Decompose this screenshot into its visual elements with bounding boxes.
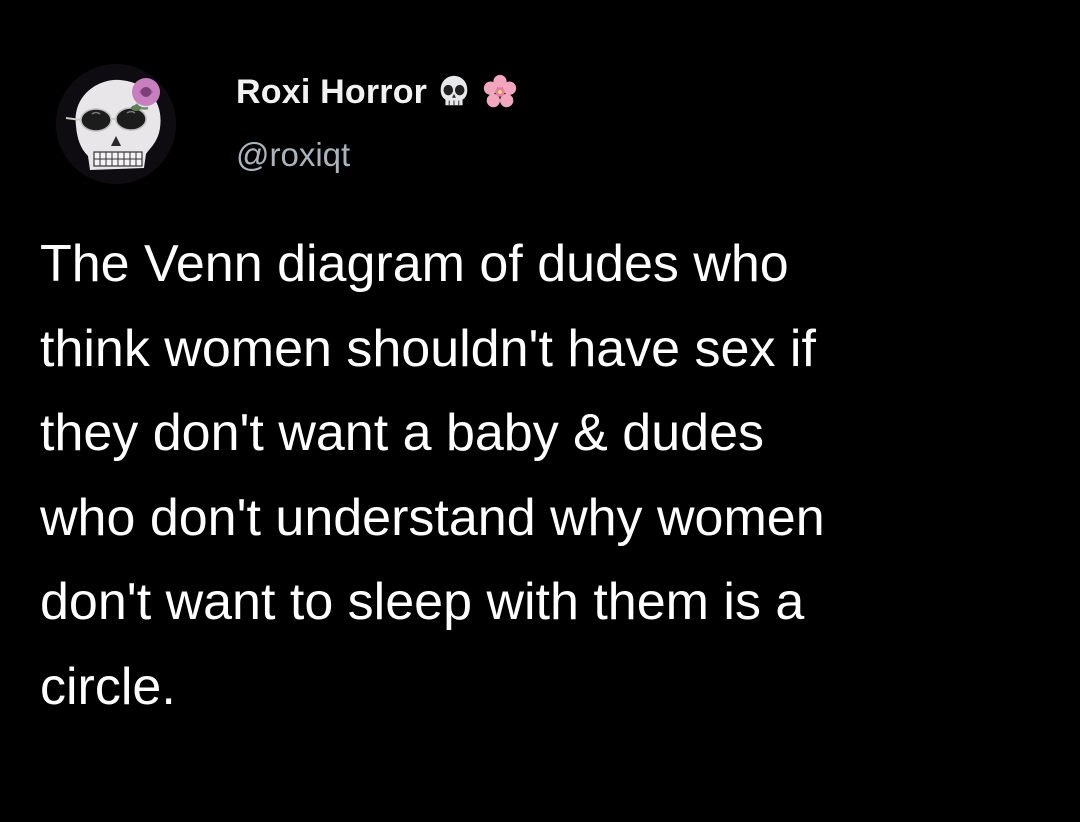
tweet-text-line: don't want to sleep with them is a: [40, 573, 805, 632]
display-name[interactable]: Roxi Horror: [236, 73, 427, 112]
skull-emoji-icon: [435, 73, 473, 111]
avatar[interactable]: [56, 64, 176, 184]
tweet-text-line: they don't want a baby & dudes: [40, 404, 764, 463]
tweet-text-line: The Venn diagram of dudes who: [40, 235, 789, 293]
tweet-text: The Venn diagram of dudes who think wome…: [40, 222, 1070, 730]
user-handle[interactable]: @roxiqt: [236, 136, 350, 174]
tweet-text-line: who don't understand why women: [40, 488, 825, 547]
tweet-text-line: think women shouldn't have sex if: [40, 319, 816, 378]
tweet-text-line: circle.: [40, 657, 176, 716]
tweet-card: Roxi Horror @roxiqt The Venn diagram of …: [0, 0, 1080, 822]
cherry-blossom-emoji-icon: [481, 73, 519, 111]
skull-avatar-icon: [65, 78, 161, 170]
author-row: Roxi Horror: [236, 68, 519, 116]
